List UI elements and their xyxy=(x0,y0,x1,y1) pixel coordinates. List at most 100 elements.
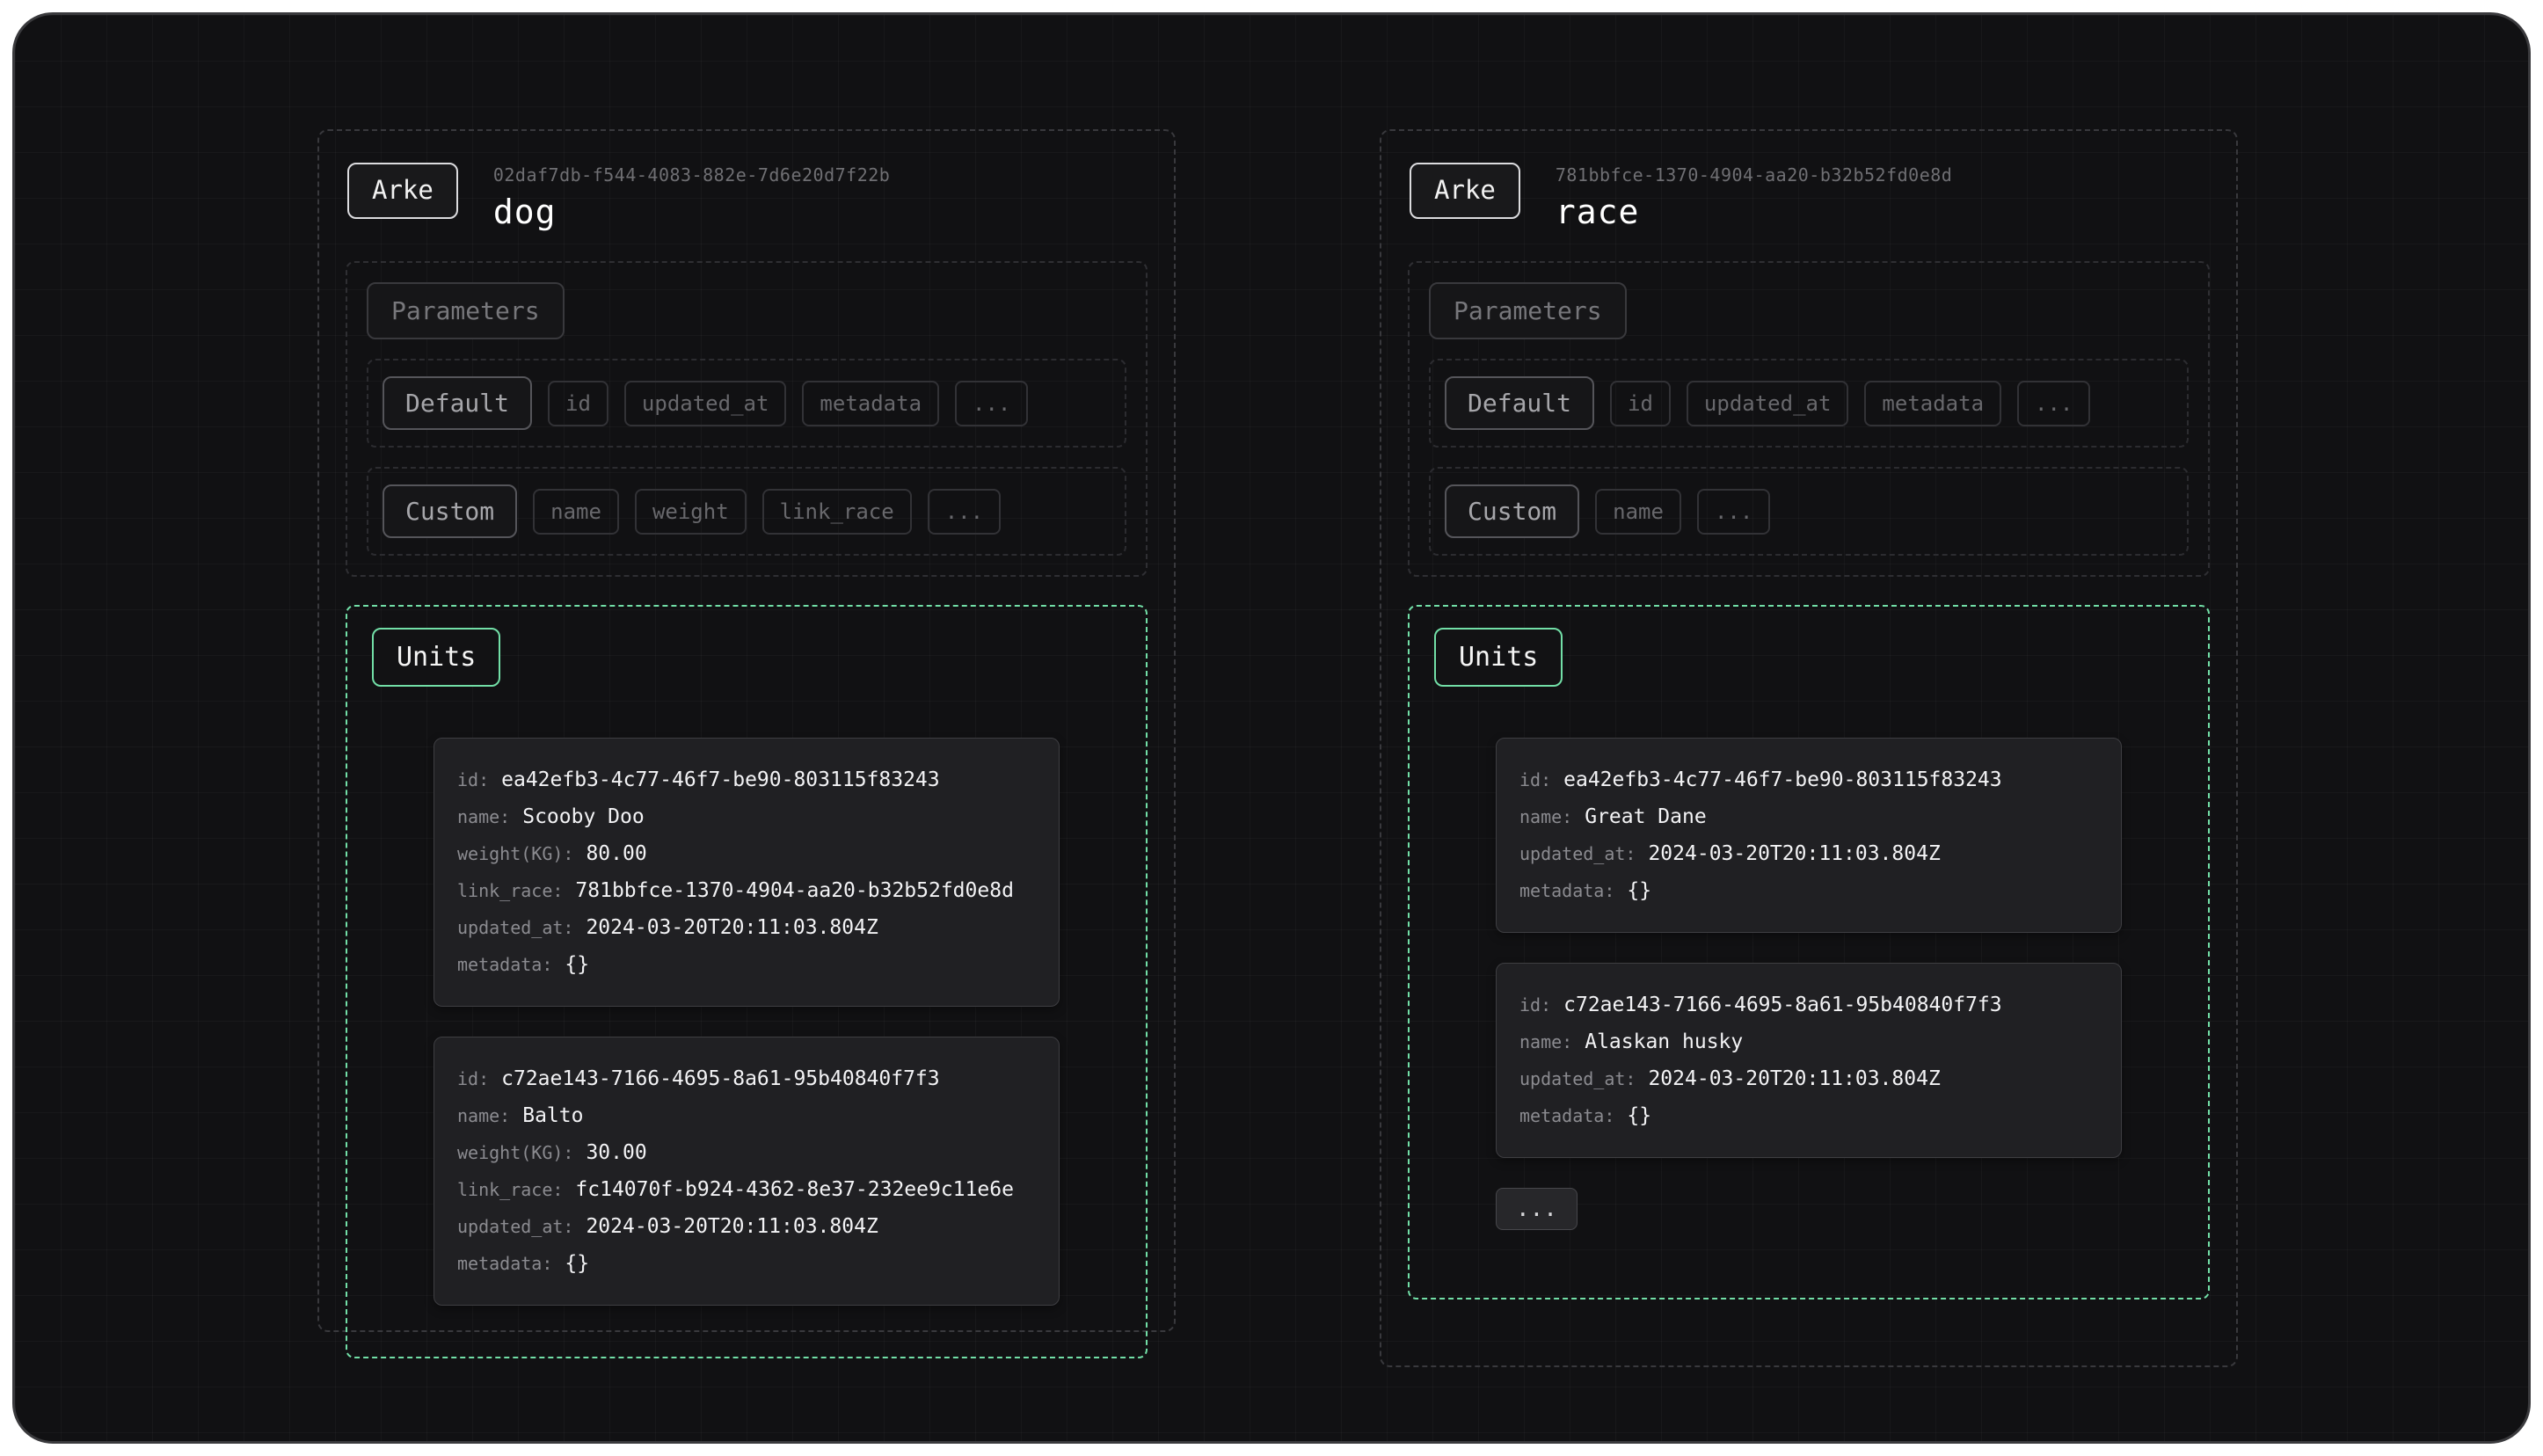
unit-field-key: id: xyxy=(1519,994,1552,1016)
unit-field-key: link_race: xyxy=(457,1179,564,1200)
unit-field: name: Balto xyxy=(457,1097,1036,1134)
group-chip-default: Default xyxy=(1445,376,1595,430)
param-chip-name: name xyxy=(1595,488,1681,535)
unit-field: updated_at: 2024-03-20T20:11:03.804Z xyxy=(1519,1060,2098,1097)
unit-field: updated_at: 2024-03-20T20:11:03.804Z xyxy=(457,1208,1036,1245)
more-units-button[interactable]: ... xyxy=(1496,1188,1578,1230)
unit-field-key: metadata: xyxy=(457,1253,553,1274)
unit-field: link_race: 781bbfce-1370-4904-aa20-b32b52… xyxy=(457,872,1036,909)
units-section: Units id: ea42efb3-4c77-46f7-be90-803115f… xyxy=(346,605,1148,1358)
unit-field-value: ea42efb3-4c77-46f7-be90-803115f83243 xyxy=(501,768,940,791)
unit-field-key: name: xyxy=(1519,806,1573,827)
unit-field-value: ea42efb3-4c77-46f7-be90-803115f83243 xyxy=(1563,768,2002,791)
param-chip-updated-at: updated_at xyxy=(623,380,787,426)
entity-header: Arke 02daf7db-f544-4083-882e-7d6e20d7f22… xyxy=(347,163,1148,231)
unit-field-value: Scooby Doo xyxy=(522,805,645,828)
unit-field-value: 2024-03-20T20:11:03.804Z xyxy=(1648,842,1941,865)
default-parameters-row: Default id updated_at metadata ... xyxy=(367,359,1126,448)
entity-name: race xyxy=(1555,193,1640,231)
unit-field-value: Alaskan husky xyxy=(1585,1030,1744,1053)
arke-badge: Arke xyxy=(347,163,458,219)
param-chip-weight: weight xyxy=(634,488,747,535)
group-chip-custom: Custom xyxy=(1445,484,1580,538)
parameters-section: Parameters Default id updated_at metadat… xyxy=(1408,261,2210,577)
unit-field: weight(KG): 80.00 xyxy=(457,835,1036,872)
unit-card: id: c72ae143-7166-4695-8a61-95b40840f7f3 … xyxy=(434,1037,1060,1306)
unit-field-key: id: xyxy=(1519,769,1552,790)
unit-card: id: ea42efb3-4c77-46f7-be90-803115f83243 … xyxy=(1496,738,2122,933)
unit-field: metadata: {} xyxy=(457,1245,1036,1282)
units-section: Units id: ea42efb3-4c77-46f7-be90-803115f… xyxy=(1408,605,2210,1299)
unit-field: updated_at: 2024-03-20T20:11:03.804Z xyxy=(1519,835,2098,872)
unit-field: metadata: {} xyxy=(457,946,1036,983)
entity-name: dog xyxy=(492,193,557,231)
unit-field: name: Great Dane xyxy=(1519,798,2098,835)
unit-field-value: fc14070f-b924-4362-8e37-232ee9c11e6e xyxy=(575,1178,1014,1201)
unit-field-value: c72ae143-7166-4695-8a61-95b40840f7f3 xyxy=(1563,994,2002,1016)
unit-field-key: id: xyxy=(457,769,490,790)
unit-field-value: {} xyxy=(1627,1104,1652,1127)
units-label: Units xyxy=(372,628,501,687)
custom-parameters-row: Custom name ... xyxy=(1429,467,2189,556)
diagram-canvas: Arke 02daf7db-f544-4083-882e-7d6e20d7f22… xyxy=(12,12,2531,1444)
param-chip-updated-at: updated_at xyxy=(1686,380,1849,426)
unit-field: updated_at: 2024-03-20T20:11:03.804Z xyxy=(457,909,1036,946)
unit-field-value: 781bbfce-1370-4904-aa20-b32b52fd0e8d xyxy=(575,879,1014,902)
unit-field-value: {} xyxy=(1627,879,1652,902)
entity-head-text: 781bbfce-1370-4904-aa20-b32b52fd0e8d rac… xyxy=(1556,163,1952,231)
unit-field: weight(KG): 30.00 xyxy=(457,1134,1036,1171)
unit-field-value: 30.00 xyxy=(586,1141,647,1164)
unit-card: id: ea42efb3-4c77-46f7-be90-803115f83243 … xyxy=(434,738,1060,1007)
custom-parameters-row: Custom name weight link_race ... xyxy=(367,467,1126,556)
unit-field-key: updated_at: xyxy=(1519,1068,1636,1089)
unit-field-value: Balto xyxy=(522,1104,584,1127)
unit-field-value: {} xyxy=(565,1252,590,1275)
unit-field-key: name: xyxy=(457,806,511,827)
unit-field-value: 80.00 xyxy=(586,842,647,865)
unit-field-key: updated_at: xyxy=(1519,843,1636,864)
default-parameters-row: Default id updated_at metadata ... xyxy=(1429,359,2189,448)
param-chip-ellipsis: ... xyxy=(2017,380,2091,426)
unit-cards: id: ea42efb3-4c77-46f7-be90-803115f83243 … xyxy=(434,738,1060,1306)
unit-field-key: link_race: xyxy=(457,880,564,901)
param-chip-metadata: metadata xyxy=(1864,380,2002,426)
unit-field-key: metadata: xyxy=(1519,1105,1615,1126)
unit-field: id: c72ae143-7166-4695-8a61-95b40840f7f3 xyxy=(1519,986,2098,1023)
unit-field-key: weight(KG): xyxy=(457,843,574,864)
unit-field-key: weight(KG): xyxy=(457,1142,574,1163)
unit-field-value: c72ae143-7166-4695-8a61-95b40840f7f3 xyxy=(501,1067,940,1090)
unit-field-value: 2024-03-20T20:11:03.804Z xyxy=(1648,1067,1941,1090)
group-chip-custom: Custom xyxy=(383,484,518,538)
unit-field-value: 2024-03-20T20:11:03.804Z xyxy=(586,916,878,939)
entity-head-text: 02daf7db-f544-4083-882e-7d6e20d7f22b dog xyxy=(493,163,890,231)
unit-field: id: ea42efb3-4c77-46f7-be90-803115f83243 xyxy=(457,761,1036,798)
param-chip-ellipsis: ... xyxy=(1696,488,1771,535)
unit-field-key: updated_at: xyxy=(457,1216,574,1237)
unit-field: name: Alaskan husky xyxy=(1519,1023,2098,1060)
unit-field-key: metadata: xyxy=(457,954,553,975)
unit-field-key: updated_at: xyxy=(457,917,574,938)
parameters-section: Parameters Default id updated_at metadat… xyxy=(346,261,1148,577)
unit-field-key: metadata: xyxy=(1519,880,1615,901)
unit-field: metadata: {} xyxy=(1519,1097,2098,1134)
param-chip-id: id xyxy=(548,380,608,426)
unit-card: id: c72ae143-7166-4695-8a61-95b40840f7f3 … xyxy=(1496,963,2122,1158)
units-label: Units xyxy=(1434,628,1563,687)
unit-field: id: ea42efb3-4c77-46f7-be90-803115f83243 xyxy=(1519,761,2098,798)
unit-field-value: 2024-03-20T20:11:03.804Z xyxy=(586,1215,878,1238)
entity-header: Arke 781bbfce-1370-4904-aa20-b32b52fd0e8… xyxy=(1410,163,2210,231)
entity-uuid: 02daf7db-f544-4083-882e-7d6e20d7f22b xyxy=(492,164,891,186)
parameters-label: Parameters xyxy=(1429,282,1627,339)
unit-field-key: id: xyxy=(457,1068,490,1089)
param-chip-link-race: link_race xyxy=(761,488,912,535)
param-chip-metadata: metadata xyxy=(802,380,940,426)
unit-field: name: Scooby Doo xyxy=(457,798,1036,835)
unit-field-key: name: xyxy=(457,1105,511,1126)
unit-field-key: name: xyxy=(1519,1031,1573,1052)
unit-field-value: {} xyxy=(565,953,590,976)
param-chip-ellipsis: ... xyxy=(927,488,1002,535)
arke-badge: Arke xyxy=(1410,163,1520,219)
unit-field-value: Great Dane xyxy=(1585,805,1707,828)
group-chip-default: Default xyxy=(383,376,533,430)
unit-field: id: c72ae143-7166-4695-8a61-95b40840f7f3 xyxy=(457,1060,1036,1097)
